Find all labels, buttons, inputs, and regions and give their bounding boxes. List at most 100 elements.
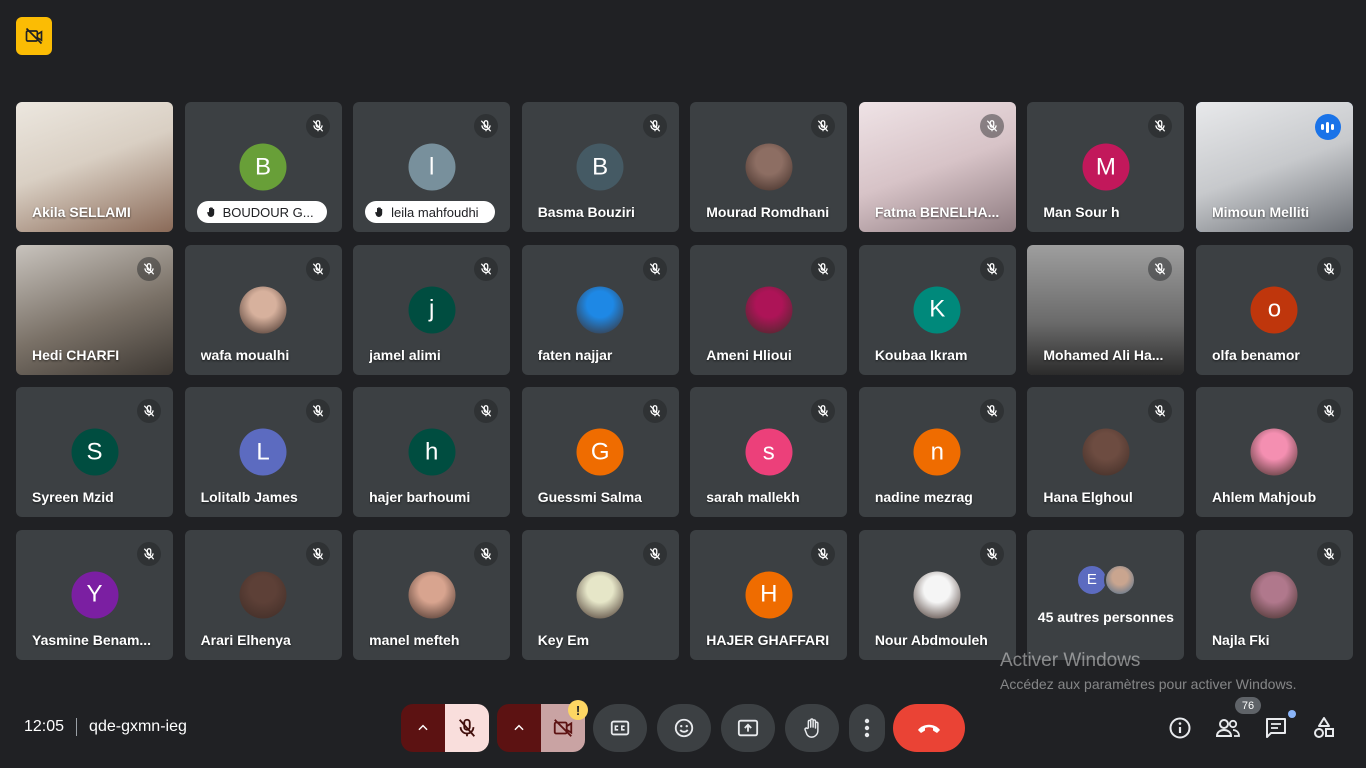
avatar: M [1082, 143, 1130, 191]
participant-tile-basma-bouziri[interactable]: B Basma Bouziri [521, 102, 679, 232]
mic-off-icon [1155, 405, 1166, 417]
participant-name: Syreen Mzid [32, 489, 114, 506]
avatar: B [576, 143, 624, 191]
muted-indicator [1316, 541, 1341, 566]
profile-photo [408, 571, 456, 619]
mic-off-icon [818, 548, 829, 560]
participant-tile-jamel-alimi[interactable]: j jamel alimi [353, 244, 511, 375]
avatar: j [408, 286, 456, 334]
participant-name: Hana Elghoul [1043, 489, 1133, 506]
participant-tile-hedi-charfi[interactable]: Hedi CHARFI [16, 244, 173, 375]
info-icon [1169, 717, 1191, 739]
participant-tile-hajer-ghaffari[interactable]: H HAJER GHAFFARI [690, 529, 848, 660]
participant-tile-mimoun-melliti[interactable]: Mimoun Melliti [1195, 102, 1353, 232]
profile-photo [745, 143, 793, 191]
windows-activation-watermark: Activer Windows Accédez aux paramètres p… [1000, 650, 1296, 692]
muted-indicator [305, 541, 330, 566]
participant-name: Ahlem Mahjoub [1211, 489, 1317, 506]
mic-off-icon [1323, 548, 1335, 560]
mic-off-icon [312, 548, 323, 560]
participant-tile-olfa-benamor[interactable]: o olfa benamor [1195, 244, 1353, 375]
mic-off-icon [649, 548, 660, 560]
avatar: S [71, 428, 118, 476]
muted-indicator [1148, 399, 1173, 424]
participant-tile-hajer-barhoumi[interactable]: h hajer barhoumi [353, 387, 511, 518]
present-screen-button[interactable] [721, 704, 775, 752]
participant-tile-koubaa-ikram[interactable]: K Koubaa Ikram [858, 244, 1016, 375]
mic-off-icon [1155, 262, 1166, 275]
mic-off-icon [818, 262, 829, 275]
mic-off-icon [649, 262, 660, 275]
participant-tile-hana-elghoul[interactable]: Hana Elghoul [1027, 387, 1185, 518]
reactions-button[interactable] [657, 704, 711, 752]
mic-off-icon [143, 405, 155, 417]
microphone-toggle-button[interactable] [445, 704, 489, 752]
leave-call-button[interactable] [893, 704, 965, 752]
mic-off-icon [986, 262, 997, 275]
profile-photo [913, 571, 961, 619]
participant-name: manel mefteh [369, 631, 460, 648]
participant-tile-guessmi-salma[interactable]: G Guessmi Salma [521, 387, 679, 518]
muted-indicator [1316, 399, 1341, 424]
camera-warning-badge[interactable]: ! [568, 700, 588, 720]
mic-off-icon [143, 548, 155, 560]
mic-off-icon [818, 120, 829, 132]
mic-off-icon [480, 405, 492, 417]
more-options-button[interactable] [849, 704, 885, 752]
participant-tile-mourad-romdhani[interactable]: Mourad Romdhani [690, 102, 848, 232]
participant-tile-najla-fki[interactable]: Najla Fki [1195, 529, 1353, 660]
participant-tile-sarah-mallekh[interactable]: s sarah mallekh [690, 387, 848, 518]
participant-tile-yasmine-benam[interactable]: Y Yasmine Benam... [16, 529, 173, 660]
participant-tile-ameni-hlioui[interactable]: Ameni Hlioui [690, 244, 848, 375]
meeting-code[interactable]: qde-gxmn-ieg [89, 718, 187, 736]
participant-tile-wafa-moualhi[interactable]: wafa moualhi [184, 244, 342, 375]
participant-tile-akila-sellami[interactable]: Akila SELLAMI [16, 102, 173, 232]
recording-off-badge[interactable] [16, 17, 52, 55]
participant-tile-fatma-benelha[interactable]: Fatma BENELHA... [858, 102, 1016, 232]
hand-icon [206, 207, 214, 217]
participants-grid: Akila SELLAMI B BOUDOUR G... l leila mahfoud… [16, 102, 1353, 660]
participant-name: HAJER GHAFFARI [706, 631, 830, 648]
hand-icon [804, 718, 819, 738]
participant-tile-ahlem-mahjoub[interactable]: Ahlem Mahjoub [1195, 387, 1353, 518]
participant-tile-nour-abdmouleh[interactable]: Nour Abdmouleh [858, 529, 1016, 660]
mic-off-icon [818, 405, 829, 417]
participant-tile-manel-mefteh[interactable]: manel mefteh [353, 529, 511, 660]
speaking-indicator-icon [1314, 114, 1341, 140]
muted-indicator [642, 399, 667, 424]
avatar: s [745, 428, 793, 476]
participant-tile-boudour-g[interactable]: B BOUDOUR G... [184, 102, 342, 232]
video-settings-button[interactable] [497, 704, 541, 752]
muted-indicator [137, 399, 161, 424]
participant-tile-arari-elhenya[interactable]: Arari Elhenya [184, 529, 342, 660]
avatar: h [408, 428, 456, 476]
participant-tile-faten-najjar[interactable]: faten najjar [521, 244, 679, 375]
audio-settings-button[interactable] [401, 704, 445, 752]
chevron-up-icon [514, 724, 524, 731]
participant-tile-man-sour-h[interactable]: M Man Sour h [1027, 102, 1185, 232]
captions-button[interactable] [593, 704, 647, 752]
mic-off-icon [480, 120, 492, 132]
participant-tile-nadine-mezrag[interactable]: n nadine mezrag [858, 387, 1016, 518]
participant-tile-key-em[interactable]: Key Em [521, 529, 679, 660]
call-end-icon [918, 724, 940, 733]
participant-name: hajer barhoumi [369, 489, 471, 506]
participant-tile-mohamed-ali-ha[interactable]: Mohamed Ali Ha... [1027, 244, 1185, 375]
participant-name-pill: leila mahfoudhi [365, 201, 496, 223]
meeting-details-button[interactable] [1156, 704, 1204, 752]
chat-icon [1266, 718, 1286, 738]
participant-tile-syreen-mzid[interactable]: S Syreen Mzid [16, 387, 173, 518]
participant-name: Hedi CHARFI [32, 346, 120, 363]
profile-photo [239, 571, 287, 619]
profile-photo [1082, 428, 1130, 476]
muted-indicator [1148, 256, 1173, 281]
participant-tile-lolitalb-james[interactable]: L Lolitalb James [184, 387, 342, 518]
muted-indicator [305, 256, 330, 281]
activities-button[interactable] [1300, 704, 1348, 752]
mic-off-icon [312, 120, 323, 132]
raise-hand-button[interactable] [785, 704, 839, 752]
more-participants-tile[interactable]: E 45 autres personnes [1027, 529, 1185, 660]
participant-name: Nour Abdmouleh [874, 631, 988, 648]
hand-icon [375, 207, 383, 217]
participant-tile-leila-mahfoudhi[interactable]: l leila mahfoudhi [353, 102, 511, 232]
